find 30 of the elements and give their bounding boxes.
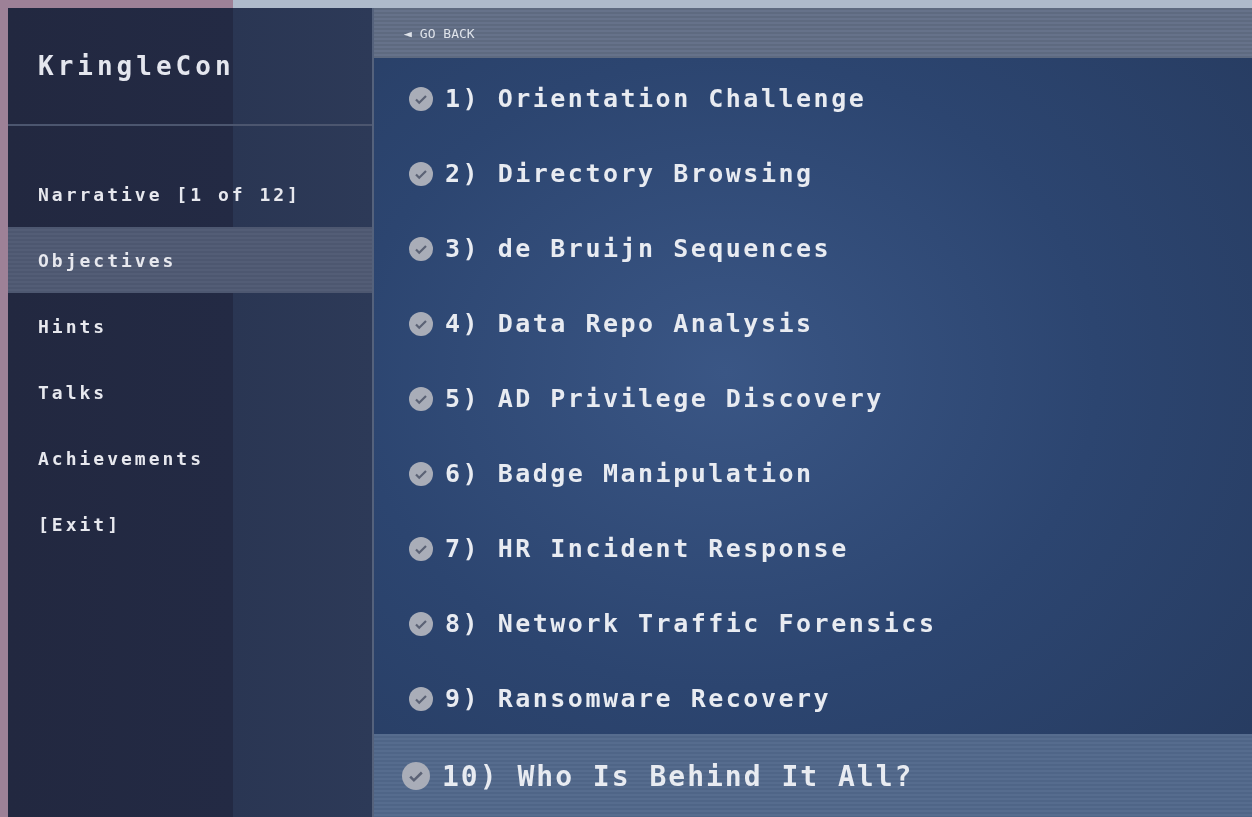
sidebar-item[interactable]: Objectives	[8, 227, 372, 293]
objective-item[interactable]: 3) de Bruijn Sequences	[374, 211, 1252, 286]
objective-item[interactable]: 10) Who Is Behind It All?	[374, 734, 1252, 817]
app-title: KringleCon	[38, 51, 235, 81]
objective-title: 7) HR Incident Response	[445, 534, 849, 563]
objective-item[interactable]: 2) Directory Browsing	[374, 136, 1252, 211]
objective-item[interactable]: 8) Network Traffic Forensics	[374, 586, 1252, 661]
objective-item[interactable]: 4) Data Repo Analysis	[374, 286, 1252, 361]
objective-title: 1) Orientation Challenge	[445, 84, 867, 113]
objective-item[interactable]: 6) Badge Manipulation	[374, 436, 1252, 511]
go-back-button[interactable]: ◄ GO BACK	[374, 8, 1252, 58]
objective-title: 5) AD Privilege Discovery	[445, 384, 884, 413]
objective-title: 6) Badge Manipulation	[445, 459, 814, 488]
objective-item[interactable]: 5) AD Privilege Discovery	[374, 361, 1252, 436]
objective-item[interactable]: 7) HR Incident Response	[374, 511, 1252, 586]
objective-item[interactable]: 9) Ransomware Recovery	[374, 661, 1252, 736]
go-back-label: GO BACK	[419, 25, 475, 41]
back-arrow-icon: ◄	[404, 25, 412, 41]
sidebar-item[interactable]: Narrative [1 of 12]	[8, 161, 372, 227]
sidebar-item[interactable]: [Exit]	[8, 491, 372, 557]
objective-item[interactable]: 1) Orientation Challenge	[374, 61, 1252, 136]
objective-title: 8) Network Traffic Forensics	[445, 609, 937, 638]
objective-title: 10) Who Is Behind It All?	[442, 759, 914, 793]
sidebar-item[interactable]: Achievements	[8, 425, 372, 491]
objective-title: 3) de Bruijn Sequences	[445, 234, 832, 263]
objective-title: 9) Ransomware Recovery	[445, 684, 832, 713]
objective-title: 4) Data Repo Analysis	[445, 309, 814, 338]
sidebar-item[interactable]: Hints	[8, 293, 372, 359]
objective-title: 2) Directory Browsing	[445, 159, 814, 188]
sidebar-item[interactable]: Talks	[8, 359, 372, 425]
